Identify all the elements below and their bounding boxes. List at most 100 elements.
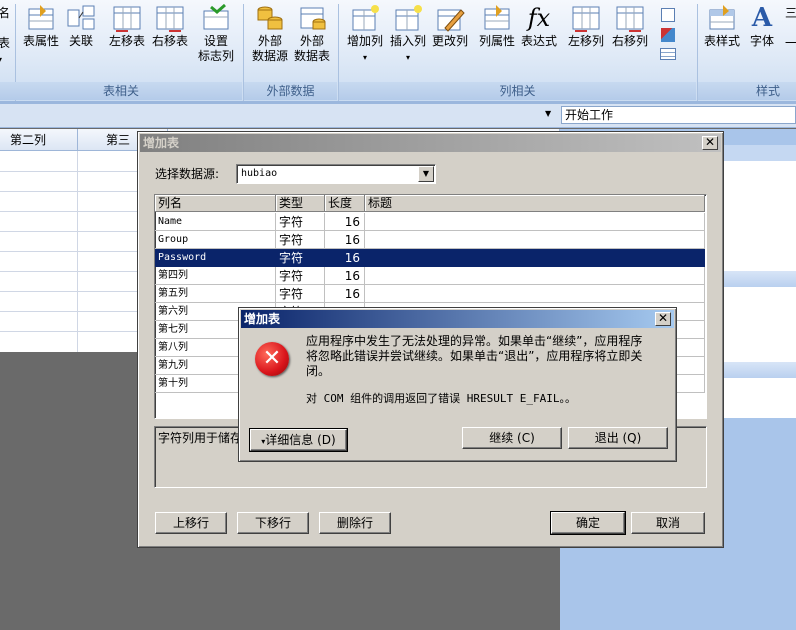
set-flag-column-button[interactable]: 设置 标志列 xyxy=(194,3,238,64)
move-down-button[interactable]: 下移行 xyxy=(237,512,309,534)
delete-row-button[interactable]: 删除行 xyxy=(319,512,391,534)
cell-length[interactable]: 16 xyxy=(325,249,365,267)
right-pane-bar xyxy=(724,271,796,287)
external-table-icon xyxy=(297,4,327,32)
ribbon: 名 表 ▾ 表属性 关联 左移表 右移表 设置 标志列 表相关 外部 数据源 外… xyxy=(0,0,796,103)
relation-button[interactable]: 关联 xyxy=(64,4,98,49)
dialog-titlebar[interactable]: 增加表 xyxy=(241,310,674,328)
button-label: 关联 xyxy=(68,34,93,48)
font-button[interactable]: A 字体 xyxy=(746,4,778,49)
header-column-name[interactable]: 列名 xyxy=(155,195,276,212)
move-column-left-button[interactable]: 左移列 xyxy=(564,4,608,49)
table-row[interactable]: 第五列 字符 16 xyxy=(155,285,705,303)
column-properties-button[interactable]: 列属性 xyxy=(474,4,520,49)
button-label-2: 数据源 xyxy=(251,49,288,63)
table-row[interactable]: Name 字符 16 xyxy=(155,213,705,231)
table-properties-button[interactable]: 表属性 xyxy=(18,4,64,49)
small-grid-icon[interactable] xyxy=(660,48,676,60)
button-label: 表样式 xyxy=(703,34,740,48)
cell-length[interactable]: 16 xyxy=(325,285,365,303)
cell-caption[interactable] xyxy=(365,249,705,267)
ribbon-partial-button[interactable]: 名 表 ▾ xyxy=(0,6,10,67)
move-table-left-button[interactable]: 左移表 xyxy=(105,4,149,49)
quit-button[interactable]: 退出 (Q) xyxy=(568,427,668,449)
cell-length[interactable]: 16 xyxy=(325,213,365,231)
details-label: 详细信息 (D) xyxy=(265,433,336,447)
cell-name[interactable]: 第五列 xyxy=(155,285,276,303)
error-dialog: 增加表 ✕ ✕ 应用程序中发生了无法处理的异常。如果单击“继续”，应用程序将忽略… xyxy=(238,307,677,462)
cancel-button[interactable]: 取消 xyxy=(631,512,705,534)
cell-name[interactable]: Password xyxy=(155,249,276,267)
expression-button[interactable]: fx 表达式 xyxy=(518,4,560,49)
button-label: 表达式 xyxy=(520,34,557,48)
description-text: 字符列用于储存 xyxy=(158,431,243,445)
button-label: 外部 xyxy=(257,34,282,48)
datasource-label: 选择数据源: xyxy=(155,167,220,181)
table-row[interactable]: Password 字符 16 xyxy=(155,249,705,267)
table-row[interactable]: Group 字符 16 xyxy=(155,231,705,249)
move-column-right-button[interactable]: 右移列 xyxy=(608,4,652,49)
cell-caption[interactable] xyxy=(365,231,705,249)
right-pane-panel-3 xyxy=(724,378,796,418)
formula-dropdown-icon[interactable]: ▼ xyxy=(545,109,551,118)
cell-value-input[interactable]: 开始工作 xyxy=(561,106,796,124)
cell-type[interactable]: 字符 xyxy=(276,285,325,303)
header-length[interactable]: 长度 xyxy=(325,195,365,212)
move-table-right-button[interactable]: 右移表 xyxy=(148,4,192,49)
insert-column-button[interactable]: 插入列 ▾ xyxy=(386,4,430,65)
small-doc-icon[interactable] xyxy=(661,8,675,22)
header-type[interactable]: 类型 xyxy=(276,195,325,212)
cell-length[interactable]: 16 xyxy=(325,231,365,249)
right-pane-bar-2 xyxy=(724,362,796,378)
button-label-2: 数据表 xyxy=(293,49,330,63)
cell-type[interactable]: 字符 xyxy=(276,249,325,267)
column-header-2[interactable]: 第二列 xyxy=(0,129,78,151)
cell-caption[interactable] xyxy=(365,213,705,231)
set-flag-column-icon xyxy=(201,3,231,32)
cell-name[interactable]: Name xyxy=(155,213,276,231)
close-icon: ✕ xyxy=(704,135,716,149)
cell-length[interactable]: 16 xyxy=(325,267,365,285)
ok-button[interactable]: 确定 xyxy=(550,511,626,535)
datasource-select[interactable]: hubiao ▼ xyxy=(236,164,436,184)
cell-type[interactable]: 字符 xyxy=(276,267,325,285)
partial-label-mid: 表 xyxy=(0,36,11,50)
button-label: 表属性 xyxy=(22,34,59,48)
small-tool-icon[interactable] xyxy=(661,28,675,42)
cell-name[interactable]: 第四列 xyxy=(155,267,276,285)
cell-caption[interactable] xyxy=(365,285,705,303)
button-label: 字体 xyxy=(749,34,774,48)
continue-button[interactable]: 继续 (C) xyxy=(462,427,562,449)
partial-label-top: 名 xyxy=(0,6,11,20)
cell-type[interactable]: 字符 xyxy=(276,213,325,231)
button-label: 更改列 xyxy=(431,34,468,48)
font-icon: A xyxy=(751,3,773,33)
button-label: 左移列 xyxy=(567,34,604,48)
chevron-down-icon[interactable]: ▼ xyxy=(418,166,434,182)
close-button[interactable]: ✕ xyxy=(655,312,671,326)
error-icon: ✕ xyxy=(255,342,289,376)
partial-glyph: 三一 xyxy=(785,6,796,50)
edit-column-button[interactable]: 更改列 xyxy=(428,4,472,49)
dialog-titlebar[interactable]: 增加表 xyxy=(140,134,721,152)
group-label-external: 外部数据 xyxy=(244,82,337,100)
dialog-title: 增加表 xyxy=(244,312,281,326)
table-row[interactable]: 第四列 字符 16 xyxy=(155,267,705,285)
header-caption[interactable]: 标题 xyxy=(365,195,705,212)
ribbon-partial-right[interactable]: 三一 xyxy=(785,6,796,51)
details-button[interactable]: ▾详细信息 (D) xyxy=(249,428,348,452)
move-column-right-icon xyxy=(615,4,645,32)
external-datasource-icon xyxy=(255,4,285,32)
move-up-button[interactable]: 上移行 xyxy=(155,512,227,534)
close-button[interactable]: ✕ xyxy=(702,136,718,150)
table-style-button[interactable]: 表样式 xyxy=(700,4,744,49)
right-pane-panel-2 xyxy=(724,287,796,362)
external-table-button[interactable]: 外部 数据表 xyxy=(290,4,334,64)
cell-type[interactable]: 字符 xyxy=(276,231,325,249)
right-pane-strip xyxy=(724,145,796,161)
cell-name[interactable]: Group xyxy=(155,231,276,249)
cell-caption[interactable] xyxy=(365,267,705,285)
external-datasource-button[interactable]: 外部 数据源 xyxy=(248,4,292,64)
relation-icon xyxy=(66,4,96,32)
add-column-button[interactable]: 增加列 ▾ xyxy=(342,4,388,65)
